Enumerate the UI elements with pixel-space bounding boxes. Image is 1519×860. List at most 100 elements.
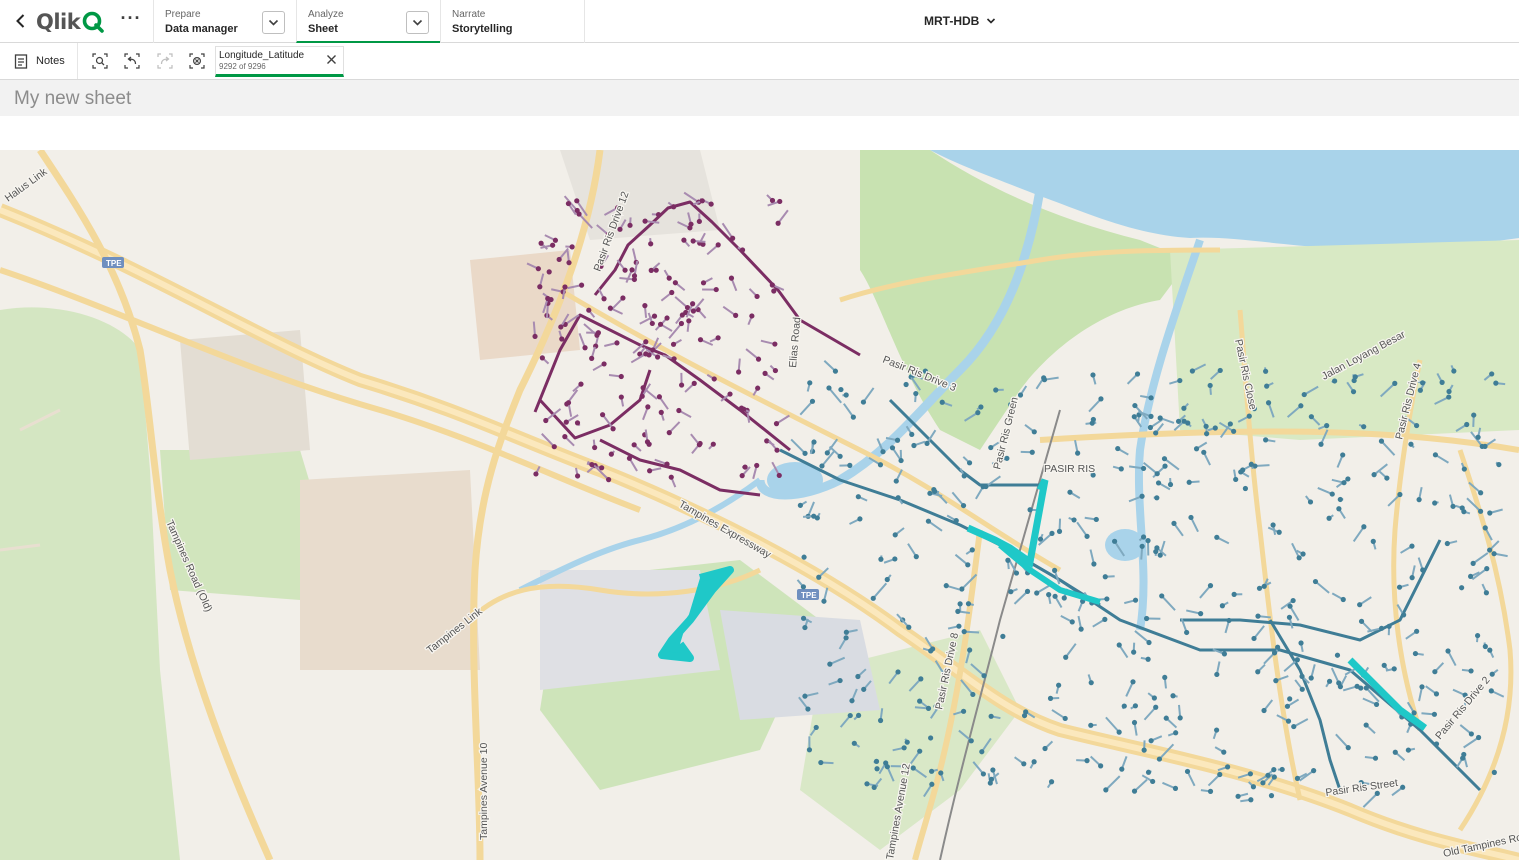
hdb-block-point[interactable] bbox=[1409, 575, 1415, 581]
hdb-block-point[interactable] bbox=[826, 385, 832, 391]
hdb-block-point[interactable] bbox=[1263, 368, 1269, 374]
hdb-block-point[interactable] bbox=[1358, 685, 1364, 691]
hdb-block-point[interactable] bbox=[811, 513, 817, 519]
hdb-block-point[interactable] bbox=[1226, 617, 1232, 624]
hdb-block-point[interactable] bbox=[968, 738, 974, 744]
hdb-block-point[interactable] bbox=[1482, 443, 1488, 449]
hdb-block-point[interactable] bbox=[821, 598, 827, 604]
hdb-block-point[interactable] bbox=[1483, 590, 1490, 596]
hdb-block-point[interactable] bbox=[1023, 709, 1029, 715]
hdb-block-point[interactable] bbox=[1093, 516, 1099, 523]
hdb-block-point[interactable] bbox=[664, 461, 670, 467]
hdb-block-point[interactable] bbox=[1102, 574, 1108, 580]
hdb-block-point[interactable] bbox=[1177, 377, 1183, 384]
hdb-block-point[interactable] bbox=[979, 749, 985, 755]
hdb-block-point[interactable] bbox=[1177, 715, 1183, 721]
hdb-block-point[interactable] bbox=[749, 313, 755, 319]
hdb-block-point[interactable] bbox=[809, 398, 816, 404]
hdb-block-point[interactable] bbox=[1173, 730, 1179, 736]
hdb-block-point[interactable] bbox=[1417, 387, 1423, 393]
hdb-block-point[interactable] bbox=[1162, 674, 1168, 681]
hdb-block-point[interactable] bbox=[1484, 566, 1490, 572]
hdb-block-point[interactable] bbox=[1212, 425, 1218, 431]
hdb-block-point[interactable] bbox=[966, 460, 973, 466]
hdb-block-point[interactable] bbox=[1287, 696, 1293, 702]
hdb-block-point[interactable] bbox=[1488, 688, 1494, 694]
hdb-block-point[interactable] bbox=[943, 583, 949, 589]
hdb-block-point[interactable] bbox=[1261, 707, 1267, 714]
hdb-block-point[interactable] bbox=[711, 376, 717, 382]
hdb-block-point[interactable] bbox=[690, 301, 696, 307]
hdb-block-point[interactable] bbox=[1219, 603, 1225, 609]
hdb-block-point[interactable] bbox=[1242, 485, 1248, 492]
hdb-block-point[interactable] bbox=[1247, 771, 1254, 777]
hdb-block-point[interactable] bbox=[1131, 719, 1138, 726]
hdb-block-point[interactable] bbox=[582, 345, 588, 351]
hdb-block-point[interactable] bbox=[861, 686, 867, 692]
hdb-block-point[interactable] bbox=[1140, 534, 1147, 540]
map-canvas[interactable]: TPE TPE Halus Link Tampines Road (Old) T… bbox=[0, 150, 1519, 860]
hdb-block-point[interactable] bbox=[629, 267, 635, 273]
hdb-block-point[interactable] bbox=[668, 474, 674, 480]
hdb-block-point[interactable] bbox=[1478, 490, 1484, 496]
hdb-block-point[interactable] bbox=[1017, 392, 1024, 398]
hdb-block-point[interactable] bbox=[1482, 525, 1488, 531]
hdb-block-point[interactable] bbox=[1240, 467, 1246, 473]
hdb-block-point[interactable] bbox=[1420, 567, 1426, 573]
hdb-block-point[interactable] bbox=[1468, 731, 1474, 737]
hdb-block-point[interactable] bbox=[837, 677, 843, 684]
hdb-block-point[interactable] bbox=[1062, 715, 1068, 722]
hdb-block-point[interactable] bbox=[1414, 628, 1420, 634]
hdb-block-point[interactable] bbox=[1409, 543, 1415, 549]
hdb-block-point[interactable] bbox=[1131, 788, 1138, 794]
hdb-block-point[interactable] bbox=[993, 387, 999, 393]
hdb-block-point[interactable] bbox=[1235, 793, 1241, 799]
hdb-block-point[interactable] bbox=[1184, 768, 1191, 775]
prepare-dropdown-button[interactable] bbox=[262, 11, 285, 34]
hdb-block-point[interactable] bbox=[1271, 650, 1278, 656]
hdb-block-point[interactable] bbox=[539, 355, 545, 361]
hdb-block-point[interactable] bbox=[1496, 461, 1502, 468]
hdb-block-point[interactable] bbox=[664, 315, 670, 321]
hdb-block-point[interactable] bbox=[1329, 491, 1335, 497]
hdb-block-point[interactable] bbox=[990, 767, 996, 773]
hdb-block-point[interactable] bbox=[1324, 423, 1330, 429]
hdb-block-point[interactable] bbox=[645, 404, 651, 410]
hdb-block-point[interactable] bbox=[708, 201, 714, 207]
hdb-block-point[interactable] bbox=[1203, 423, 1209, 429]
hdb-block-point[interactable] bbox=[589, 461, 595, 468]
hdb-block-point[interactable] bbox=[1201, 449, 1207, 455]
hdb-block-point[interactable] bbox=[699, 198, 705, 204]
hdb-block-point[interactable] bbox=[715, 242, 721, 248]
hdb-block-point[interactable] bbox=[1071, 517, 1077, 523]
hdb-block-point[interactable] bbox=[1419, 684, 1425, 690]
hdb-block-point[interactable] bbox=[851, 740, 857, 746]
hdb-block-point[interactable] bbox=[1184, 629, 1190, 636]
hdb-block-point[interactable] bbox=[1163, 715, 1169, 721]
hdb-block-point[interactable] bbox=[1204, 431, 1210, 437]
hdb-block-point[interactable] bbox=[1286, 614, 1293, 620]
hdb-block-point[interactable] bbox=[733, 312, 739, 318]
hdb-block-point[interactable] bbox=[574, 198, 580, 204]
hdb-block-point[interactable] bbox=[1312, 578, 1319, 585]
hdb-block-point[interactable] bbox=[1475, 734, 1482, 741]
hdb-block-point[interactable] bbox=[565, 200, 572, 207]
tab-prepare[interactable]: Prepare Data manager bbox=[153, 0, 297, 43]
hdb-block-point[interactable] bbox=[1285, 718, 1292, 724]
notes-button[interactable]: Notes bbox=[0, 43, 78, 79]
hdb-block-point[interactable] bbox=[1088, 722, 1094, 728]
hdb-block-point[interactable] bbox=[1386, 623, 1392, 629]
hdb-block-point[interactable] bbox=[892, 532, 898, 538]
hdb-block-point[interactable] bbox=[1031, 759, 1037, 765]
hdb-block-point[interactable] bbox=[1116, 729, 1122, 735]
hdb-block-point[interactable] bbox=[1373, 701, 1380, 708]
hdb-block-point[interactable] bbox=[1275, 644, 1281, 650]
hdb-block-point[interactable] bbox=[642, 218, 648, 224]
hdb-block-point[interactable] bbox=[1098, 763, 1104, 769]
hdb-block-point[interactable] bbox=[967, 647, 973, 653]
hdb-block-point[interactable] bbox=[671, 204, 677, 210]
hdb-block-point[interactable] bbox=[1046, 592, 1052, 598]
hdb-block-point[interactable] bbox=[1263, 437, 1269, 443]
hdb-block-point[interactable] bbox=[650, 347, 656, 353]
more-options-button[interactable]: ··· bbox=[120, 9, 142, 32]
